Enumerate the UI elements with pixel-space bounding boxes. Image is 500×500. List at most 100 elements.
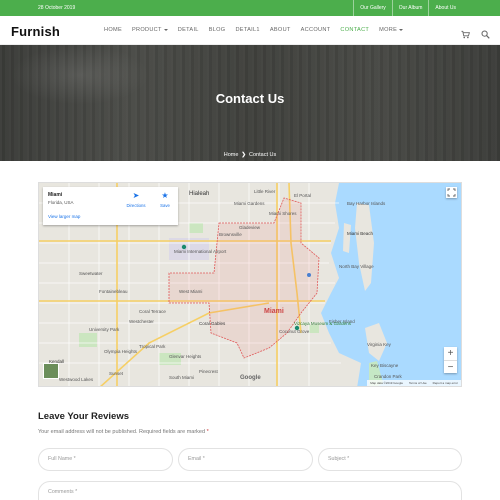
about-us-link[interactable]: About Us [428, 0, 462, 16]
search-icon[interactable] [481, 26, 490, 39]
fullscreen-icon [447, 188, 456, 197]
full-name-placeholder: Full Name * [48, 456, 76, 462]
map-label-coral-gables: Coral Gables [199, 321, 226, 326]
map-label-westchester: Westchester [129, 319, 154, 324]
location-map[interactable]: Hialeah Miami Shores Little River Miami … [38, 182, 462, 387]
full-name-field[interactable]: Full Name * [38, 448, 173, 471]
current-date: 28 October 2019 [38, 5, 76, 11]
view-larger-map-link[interactable]: View larger map [48, 214, 80, 219]
save-button[interactable]: ★ Save [156, 191, 174, 208]
map-label-brownsville: Brownsville [219, 232, 242, 237]
map-data-credit: Map data ©2019 Google [370, 381, 403, 385]
terms-of-use-link[interactable]: Terms of Use [409, 381, 427, 385]
subject-placeholder: Subject * [328, 456, 350, 462]
map-label-vizcaya: Vizcaya Museum & Gardens [294, 321, 352, 326]
map-label-north-bay-village: North Bay Village [339, 264, 374, 269]
our-gallery-link[interactable]: Our Gallery [353, 0, 392, 16]
reviews-note-text: Your email address will not be published… [38, 429, 206, 435]
reviews-heading: Leave Your Reviews [38, 411, 130, 422]
breadcrumb-current: Contact Us [249, 152, 277, 158]
place-card: Miami Florida, USA View larger map ➤ Dir… [43, 187, 178, 225]
header-icons [461, 26, 490, 39]
comments-placeholder: Comments * [48, 489, 78, 495]
email-placeholder: Email * [188, 456, 205, 462]
breadcrumb-home[interactable]: Home [224, 152, 239, 158]
map-label-hialeah: Hialeah [189, 191, 209, 197]
save-label: Save [160, 203, 170, 208]
map-label-el-portal: El Portal [294, 193, 311, 198]
main-nav: HOME PRODUCT DETAIL BLOG DETAIL1 ABOUT A… [99, 16, 408, 45]
nav-more[interactable]: MORE [374, 16, 408, 45]
zoom-controls: + − [444, 347, 457, 373]
fullscreen-button[interactable] [446, 187, 457, 198]
report-map-error-link[interactable]: Report a map error [433, 381, 458, 385]
breadcrumb: Home ❯ Contact Us [0, 152, 500, 158]
map-label-pinecrest: Pinecrest [199, 369, 219, 374]
nav-more-label: MORE [379, 27, 398, 33]
nav-product-label: PRODUCT [131, 27, 162, 33]
map-label-coconut-grove: Coconut Grove [279, 329, 310, 334]
cart-icon[interactable] [461, 26, 470, 39]
map-label-miami-shores: Miami Shores [269, 211, 297, 216]
page-banner: Contact Us Home ❯ Contact Us [0, 45, 500, 161]
nav-home[interactable]: HOME [99, 16, 127, 45]
map-label-miami-beach: Miami Beach [347, 231, 374, 236]
map-label-westwood-lakes: Westwood Lakes [59, 377, 94, 382]
map-label-sunset: Sunset [109, 371, 124, 376]
map-label-virginia-key: Virginia Key [367, 342, 392, 347]
map-label-key-biscayne: Key Biscayne [371, 363, 399, 368]
nav-home-label: HOME [104, 27, 122, 33]
map-attribution: Map data ©2019 Google Terms of Use Repor… [367, 380, 461, 386]
map-label-crandon-park: Crandon Park [374, 374, 403, 379]
nav-account-label: ACCOUNT [300, 27, 331, 33]
place-address: Florida, USA [48, 200, 74, 205]
nav-detail[interactable]: DETAIL [173, 16, 204, 45]
map-label-west-miami: West Miami [179, 289, 202, 294]
nav-blog[interactable]: BLOG [204, 16, 231, 45]
top-links: Our Gallery Our Album About Us [353, 0, 462, 16]
top-bar: 28 October 2019 Our Gallery Our Album Ab… [0, 0, 500, 16]
subject-field[interactable]: Subject * [318, 448, 462, 471]
star-icon: ★ [161, 191, 169, 200]
nav-detail1[interactable]: DETAIL1 [230, 16, 264, 45]
google-logo: Google [240, 375, 261, 381]
our-album-link[interactable]: Our Album [391, 0, 429, 16]
map-label-tropical-park: Tropical Park [139, 344, 166, 349]
map-label-miami-gardens: Miami Gardens [234, 201, 265, 206]
map-label-glenvar-heights: Glenvar Heights [169, 354, 202, 359]
map-label-gladeview: Gladeview [239, 225, 261, 230]
chevron-right-icon: ❯ [241, 152, 247, 158]
nav-about-label: ABOUT [269, 27, 291, 33]
chevron-down-icon [163, 28, 168, 31]
street-view-thumbnail[interactable] [43, 363, 59, 379]
site-header: Furnish HOME PRODUCT DETAIL BLOG DETAIL1… [0, 16, 500, 45]
map-label-miami: Miami [264, 308, 284, 315]
map-label-fontainebleau: Fontainebleau [99, 289, 128, 294]
required-mark: * [206, 429, 209, 435]
nav-about[interactable]: ABOUT [265, 16, 296, 45]
zoom-in-button[interactable]: + [444, 347, 457, 360]
page-title: Contact Us [215, 91, 285, 106]
map-label-bay-harbor-islands: Bay Harbor Islands [347, 201, 386, 206]
nav-contact[interactable]: CONTACT [335, 16, 374, 45]
map-label-little-river: Little River [254, 189, 276, 194]
logo[interactable]: Furnish [11, 24, 60, 39]
nav-detail1-label: DETAIL1 [235, 27, 260, 33]
place-name: Miami [48, 192, 63, 198]
directions-icon: ➤ [132, 191, 140, 200]
nav-product[interactable]: PRODUCT [127, 16, 173, 45]
map-label-south-miami: South Miami [169, 375, 194, 380]
nav-account[interactable]: ACCOUNT [296, 16, 336, 45]
map-label-miami-international-airport: Miami International Airport [174, 249, 227, 254]
directions-button[interactable]: ➤ Directions [125, 191, 147, 208]
comments-field[interactable]: Comments * [38, 481, 462, 500]
nav-contact-label: CONTACT [340, 27, 370, 33]
map-label-olympia-heights: Olympia Heights [104, 349, 138, 354]
email-field[interactable]: Email * [178, 448, 313, 471]
map-label-university-park: University Park [89, 327, 120, 332]
reviews-note: Your email address will not be published… [38, 429, 209, 435]
zoom-out-button[interactable]: − [444, 360, 457, 373]
chevron-down-icon [399, 28, 404, 31]
map-label-coral-terrace: Coral Terrace [139, 309, 166, 314]
nav-detail-label: DETAIL [177, 27, 199, 33]
